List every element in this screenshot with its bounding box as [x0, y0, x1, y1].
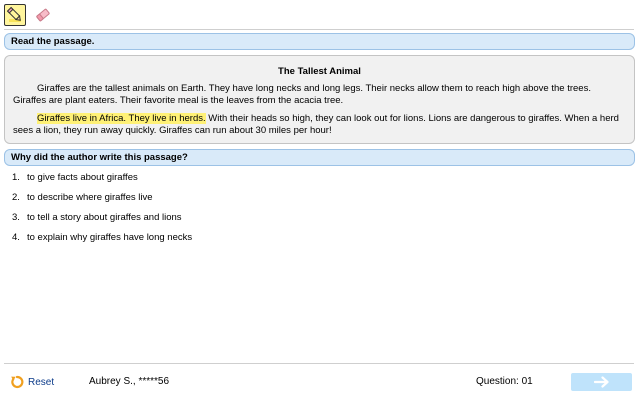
- highlighted-text[interactable]: Giraffes live in Africa. They live in he…: [37, 113, 206, 124]
- answer-option-1[interactable]: 1. to give facts about giraffes: [12, 172, 192, 192]
- answer-number: 2.: [12, 192, 20, 203]
- answer-option-4[interactable]: 4. to explain why giraffes have long nec…: [12, 232, 192, 252]
- passage-paragraph-2[interactable]: Giraffes live in Africa. They live in he…: [13, 113, 626, 137]
- answer-number: 1.: [12, 172, 20, 183]
- reset-label: Reset: [28, 376, 55, 388]
- footer-divider: [4, 363, 634, 364]
- eraser-icon: [36, 8, 50, 22]
- answer-text: to tell a story about giraffes and lions: [27, 212, 182, 223]
- passage-instruction-header: Read the passage.: [4, 33, 635, 50]
- arrow-right-icon: [593, 376, 609, 388]
- answer-text: to describe where giraffes live: [27, 192, 153, 203]
- reset-button[interactable]: Reset: [10, 375, 54, 389]
- question-number: Question: 01: [476, 376, 533, 387]
- next-button[interactable]: [571, 373, 632, 391]
- passage-paragraph-1[interactable]: Giraffes are the tallest animals on Eart…: [13, 83, 626, 107]
- answer-number: 3.: [12, 212, 20, 223]
- passage-title: The Tallest Animal: [278, 66, 361, 77]
- highlighter-tool-button[interactable]: [4, 4, 26, 26]
- highlighter-pencil-icon: [6, 6, 21, 22]
- answer-text: to explain why giraffes have long necks: [27, 232, 193, 243]
- answer-option-3[interactable]: 3. to tell a story about giraffes and li…: [12, 212, 192, 232]
- annotation-toolbar: [4, 4, 54, 26]
- student-name: Aubrey S., *****56: [89, 376, 170, 387]
- answer-list: 1. to give facts about giraffes 2. to de…: [12, 172, 192, 252]
- eraser-tool-button[interactable]: [32, 4, 54, 26]
- answer-option-2[interactable]: 2. to describe where giraffes live: [12, 192, 192, 212]
- reset-arrow-icon: [11, 375, 24, 389]
- toolbar-divider: [4, 29, 634, 30]
- answer-text: to give facts about giraffes: [27, 172, 138, 183]
- passage-box: The Tallest Animal Giraffes are the tall…: [4, 55, 635, 144]
- question-prompt-header: Why did the author write this passage?: [4, 149, 635, 166]
- answer-number: 4.: [12, 232, 20, 243]
